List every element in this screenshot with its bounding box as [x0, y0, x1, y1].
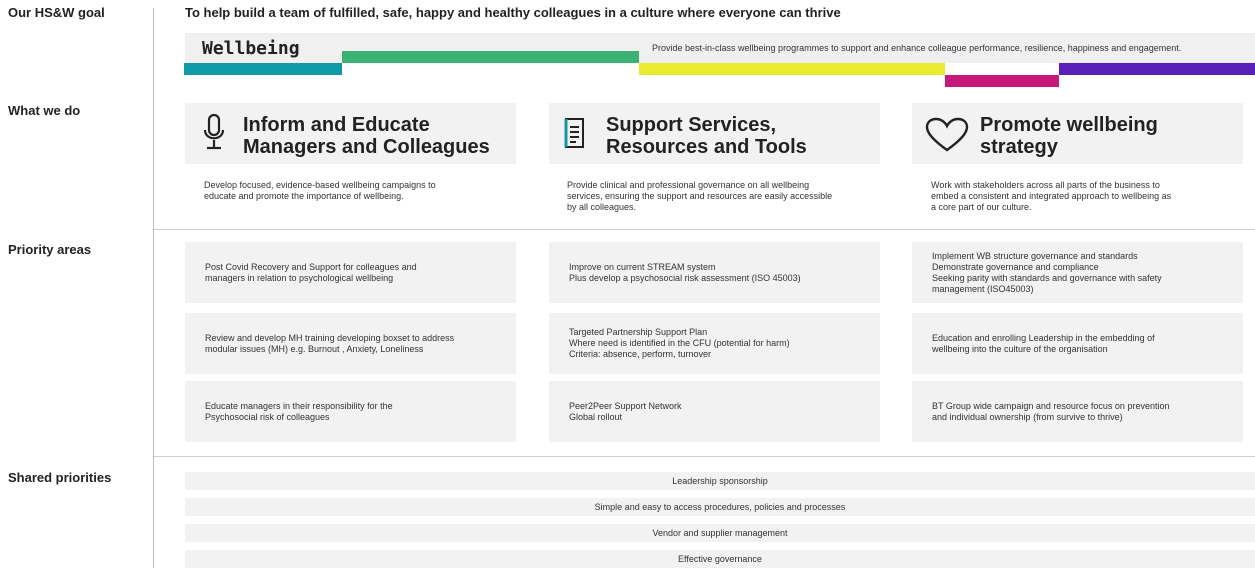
what-title-promote-line1: Promote wellbeing	[980, 114, 1158, 136]
wellbeing-description: Provide best-in-class wellbeing programm…	[652, 43, 1182, 53]
wellbeing-bar-teal	[184, 63, 342, 75]
priority-2-1: Review and develop MH training developin…	[185, 313, 516, 374]
label-shared-priorities: Shared priorities	[8, 470, 112, 485]
what-title-promote-line2: strategy	[980, 136, 1058, 158]
divider-priority	[154, 229, 1255, 230]
wellbeing-bar-green	[342, 51, 639, 63]
shared-priority-1: Leadership sponsorship	[185, 472, 1255, 490]
what-desc-promote: Work with stakeholders across all parts …	[931, 180, 1172, 212]
shared-priority-2: Simple and easy to access procedures, po…	[185, 498, 1255, 516]
microphone-icon	[203, 113, 225, 158]
label-what-we-do: What we do	[8, 103, 81, 118]
label-goal: Our HS&W goal	[8, 5, 105, 20]
priority-3-3: BT Group wide campaign and resource focu…	[912, 381, 1243, 442]
priority-3-2: Peer2Peer Support Network Global rollout	[549, 381, 880, 442]
priority-2-2: Targeted Partnership Support Plan Where …	[549, 313, 880, 374]
what-desc-inform: Develop focused, evidence-based wellbein…	[204, 180, 436, 201]
wellbeing-bar-magenta	[945, 75, 1059, 87]
what-title-inform-line2: Managers and Colleagues	[243, 136, 490, 158]
goal-text: To help build a team of fulfilled, safe,…	[185, 5, 841, 20]
shared-priority-4: Effective governance	[185, 550, 1255, 568]
priority-2-3: Education and enrolling Leadership in th…	[912, 313, 1243, 374]
wellbeing-bar-purple	[1059, 63, 1255, 75]
priority-1-3: Implement WB structure governance and st…	[912, 242, 1243, 303]
what-desc-support: Provide clinical and professional govern…	[567, 180, 833, 212]
priority-1-1: Post Covid Recovery and Support for coll…	[185, 242, 516, 303]
heart-icon	[925, 117, 969, 158]
document-icon	[563, 117, 585, 154]
what-title-support-line2: Resources and Tools	[606, 136, 807, 158]
shared-priority-3: Vendor and supplier management	[185, 524, 1255, 542]
divider-shared	[154, 456, 1255, 457]
wellbeing-title: Wellbeing	[202, 38, 300, 59]
wellbeing-bar-yellow	[639, 63, 945, 75]
priority-3-1: Educate managers in their responsibility…	[185, 381, 516, 442]
what-title-support-line1: Support Services,	[606, 114, 777, 136]
priority-1-2: Improve on current STREAM system Plus de…	[549, 242, 880, 303]
label-priority-areas: Priority areas	[8, 242, 92, 257]
what-title-inform-line1: Inform and Educate	[243, 114, 430, 136]
vertical-divider	[153, 8, 154, 568]
